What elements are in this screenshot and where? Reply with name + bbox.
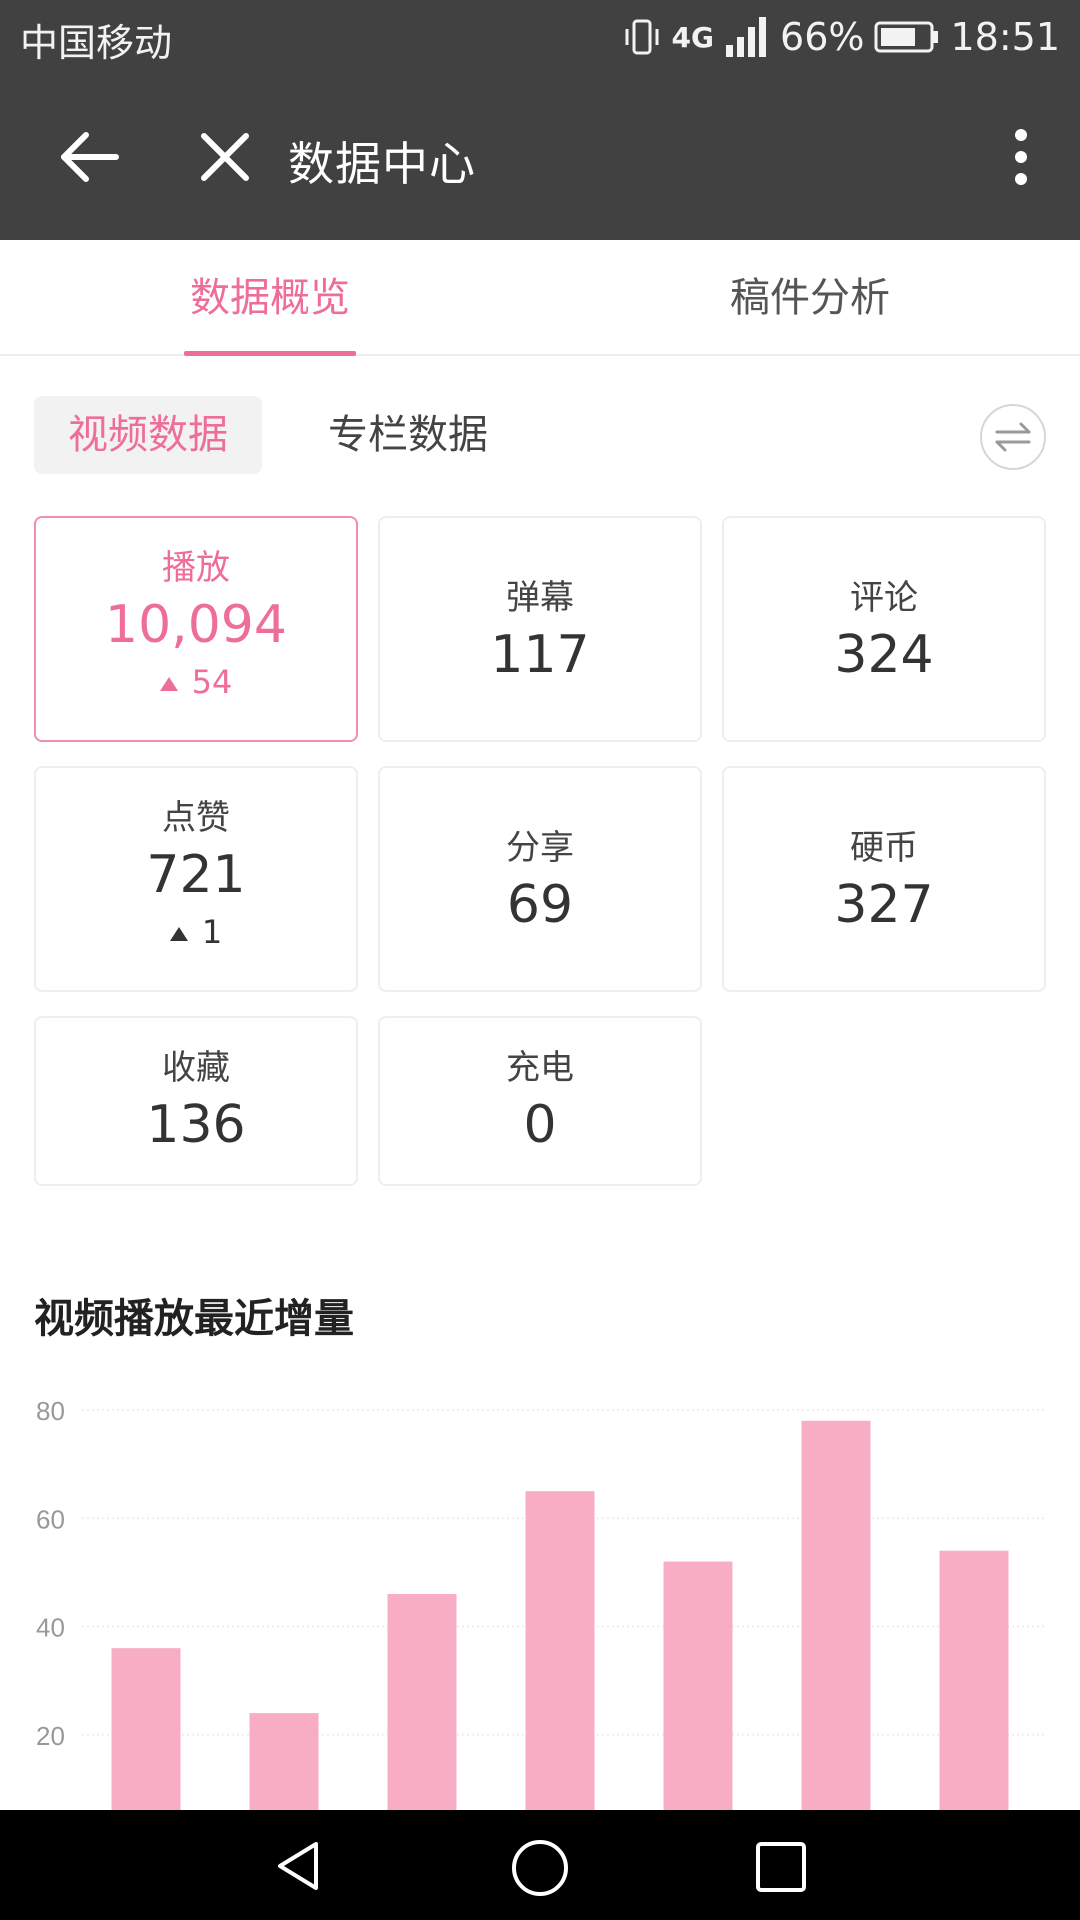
- y-tick-label: 20: [36, 1721, 65, 1751]
- tab-manuscript-analysis[interactable]: 稿件分析: [540, 240, 1080, 356]
- stat-value: 327: [834, 875, 934, 935]
- stat-value: 0: [523, 1095, 557, 1155]
- y-tick-label: 60: [36, 1504, 65, 1534]
- stat-value: 69: [506, 875, 574, 935]
- up-triangle-icon: [169, 927, 188, 941]
- top-tabs: 数据概览 稿件分析: [0, 240, 1080, 356]
- stat-label: 收藏: [162, 1048, 230, 1088]
- tab-indicator: [184, 351, 356, 356]
- more-vert-icon[interactable]: [996, 122, 1046, 192]
- data-type-switcher: 视频数据 专栏数据: [34, 396, 1046, 474]
- stat-label: 弹幕: [506, 578, 574, 618]
- stat-card-shares[interactable]: 分享 69: [378, 766, 702, 992]
- stat-value: 324: [834, 625, 934, 685]
- chart-bar[interactable]: [387, 1594, 457, 1810]
- stat-card-play[interactable]: 播放 10,094 54: [34, 516, 358, 742]
- subtab-video-data-label: 视频数据: [68, 412, 228, 458]
- subtab-column-data[interactable]: 专栏数据: [294, 396, 522, 474]
- nav-home-icon[interactable]: [510, 1838, 570, 1898]
- stat-card-charge[interactable]: 充电 0: [378, 1016, 702, 1186]
- stat-delta: 1: [36, 913, 356, 951]
- stat-delta-value: 54: [191, 663, 233, 701]
- y-tick-label: 40: [36, 1613, 65, 1643]
- tab-manuscript-analysis-label: 稿件分析: [730, 275, 890, 321]
- stat-card-favorites[interactable]: 收藏 136: [34, 1016, 358, 1186]
- nav-recents-icon[interactable]: [754, 1840, 808, 1894]
- chart-bar[interactable]: [801, 1420, 871, 1810]
- stat-card-comments[interactable]: 评论 324: [722, 516, 1046, 742]
- stat-card-coins[interactable]: 硬币 327: [722, 766, 1046, 992]
- tab-overview-label: 数据概览: [190, 275, 350, 321]
- stat-value: 117: [490, 625, 590, 685]
- battery-percent: 66%: [780, 15, 865, 59]
- system-nav-bar: [0, 1810, 1080, 1920]
- stat-value: 136: [146, 1095, 246, 1155]
- chart-bar[interactable]: [111, 1648, 181, 1810]
- vibrate-icon: [625, 19, 659, 55]
- back-arrow-icon[interactable]: [56, 122, 126, 192]
- stat-card-danmaku[interactable]: 弹幕 117: [378, 516, 702, 742]
- swap-button[interactable]: [980, 404, 1046, 470]
- stat-label: 播放: [162, 548, 230, 588]
- stat-label: 分享: [506, 828, 574, 868]
- status-icons: 4G 66% 18:51: [622, 10, 1060, 64]
- up-triangle-icon: [159, 677, 178, 691]
- stat-label: 硬币: [850, 828, 918, 868]
- chart-bar[interactable]: [939, 1550, 1009, 1810]
- app-bar: 数据中心: [0, 74, 1080, 240]
- tab-overview[interactable]: 数据概览: [0, 240, 540, 356]
- subtab-video-data[interactable]: 视频数据: [34, 396, 262, 474]
- swap-arrows-icon: [995, 422, 1031, 452]
- battery-icon: [874, 21, 939, 53]
- y-tick-label: 80: [36, 1396, 65, 1426]
- chart-title: 视频播放最近增量: [34, 1296, 354, 1342]
- chart-bar[interactable]: [525, 1491, 595, 1810]
- network-type-label: 4G: [671, 20, 715, 54]
- play-increment-chart: 20 40 60 80: [36, 1396, 1046, 1810]
- stat-card-likes[interactable]: 点赞 721 1: [34, 766, 358, 992]
- subtab-column-data-label: 专栏数据: [328, 412, 488, 458]
- stat-label: 评论: [850, 578, 918, 618]
- stat-label: 点赞: [162, 798, 230, 838]
- status-bar: 中国移动 4G 66% 18:51: [0, 0, 1080, 74]
- stat-delta: 54: [36, 663, 356, 701]
- close-icon[interactable]: [190, 122, 260, 192]
- carrier-label: 中国移动: [20, 21, 173, 65]
- page-title: 数据中心: [288, 137, 476, 191]
- chart-bar[interactable]: [249, 1713, 319, 1810]
- clock: 18:51: [950, 15, 1060, 59]
- stat-label: 充电: [506, 1048, 574, 1088]
- stat-value: 721: [146, 845, 246, 905]
- nav-back-icon[interactable]: [270, 1838, 326, 1894]
- stat-value: 10,094: [105, 595, 287, 655]
- chart-bar[interactable]: [663, 1561, 733, 1810]
- stat-delta-value: 1: [201, 913, 223, 951]
- signal-icon: [726, 17, 767, 57]
